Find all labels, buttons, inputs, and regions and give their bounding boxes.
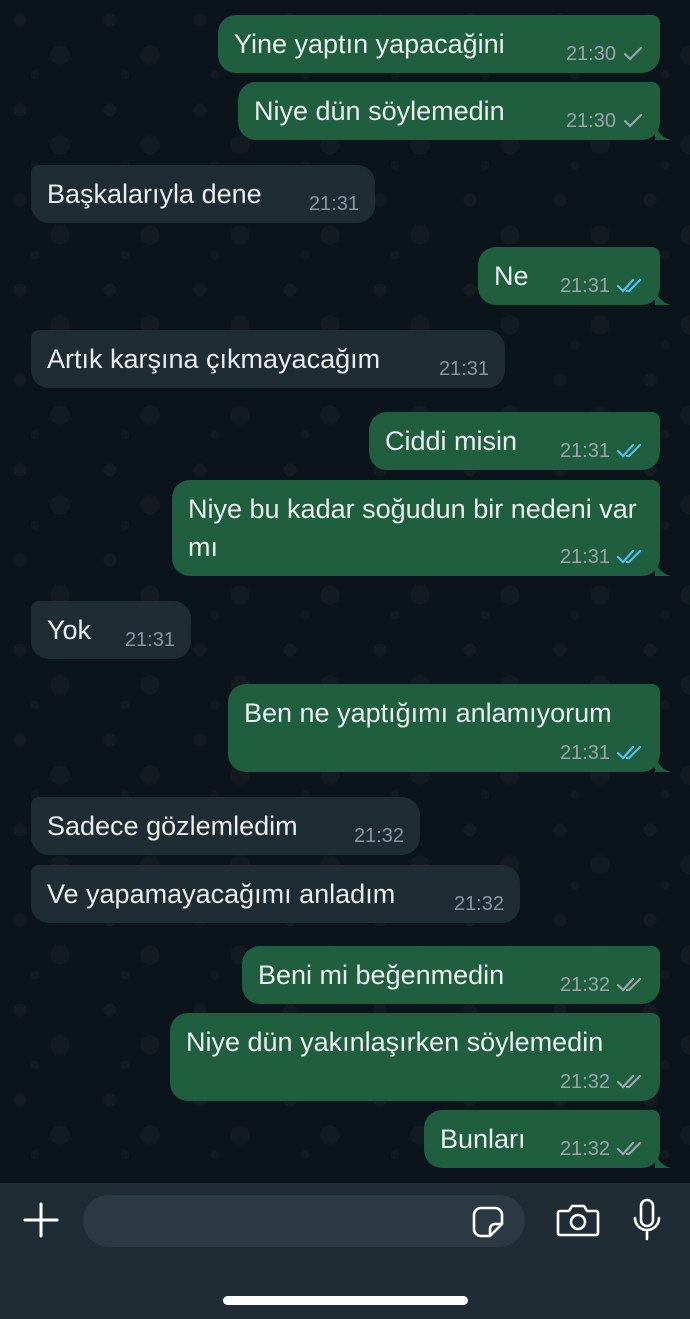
bubble-tail-outgoing	[655, 122, 671, 140]
message-time: 21:31	[559, 742, 610, 764]
composer-bar	[0, 1183, 690, 1319]
double-check-read-icon	[616, 278, 644, 294]
message-meta: 21:30	[566, 43, 644, 65]
attach-button[interactable]	[18, 1197, 64, 1243]
message-bubble-outgoing[interactable]: Bunları 21:32	[424, 1110, 660, 1168]
message-meta: 21:31	[439, 358, 489, 380]
camera-button[interactable]	[553, 1197, 603, 1243]
bubble-tail-outgoing	[655, 754, 671, 772]
message-meta: 21:31	[560, 742, 644, 764]
message-text: Niye dün yakınlaşırken söylemedin	[186, 1027, 604, 1057]
sticker-button[interactable]	[469, 1203, 507, 1241]
voice-record-button[interactable]	[626, 1195, 668, 1245]
message-meta: 21:32	[560, 974, 644, 996]
message-meta: 21:32	[560, 1138, 644, 1160]
message-time: 21:31	[559, 440, 610, 462]
message-bubble-outgoing[interactable]: Niye bu kadar soğudun bir nedeni var mı …	[172, 480, 660, 576]
message-time: 21:31	[559, 275, 610, 297]
single-check-icon	[622, 46, 644, 62]
double-check-read-icon	[616, 443, 644, 459]
double-check-icon	[616, 1074, 644, 1090]
message-meta: 21:31	[560, 546, 644, 568]
message-time: 21:31	[124, 629, 175, 651]
bubble-tail-outgoing	[655, 1150, 671, 1168]
message-time: 21:31	[308, 193, 359, 215]
message-meta: 21:31	[560, 275, 644, 297]
message-time: 21:32	[559, 1138, 610, 1160]
message-bubble-outgoing[interactable]: Niye dün söylemedin 21:30	[238, 82, 660, 140]
double-check-read-icon	[616, 549, 644, 565]
message-meta: 21:32	[560, 1071, 644, 1093]
message-bubble-outgoing[interactable]: Ciddi misin 21:31	[369, 412, 660, 470]
microphone-icon	[633, 1198, 661, 1241]
home-indicator	[223, 1296, 468, 1305]
message-time: 21:32	[453, 893, 504, 915]
message-input[interactable]	[83, 1195, 525, 1247]
message-text: Artık karşına çıkmayacağım	[47, 344, 381, 374]
message-meta: 21:31	[125, 629, 175, 651]
message-bubble-incoming[interactable]: Artık karşına çıkmayacağım 21:31	[31, 330, 505, 388]
message-time: 21:31	[559, 546, 610, 568]
double-check-icon	[616, 977, 644, 993]
message-bubble-outgoing[interactable]: Yine yaptın yapacağini 21:30	[218, 15, 660, 73]
camera-icon	[556, 1204, 600, 1237]
message-time: 21:32	[559, 1071, 610, 1093]
message-bubble-outgoing[interactable]: Niye dün yakınlaşırken söylemedin 21:32	[170, 1013, 660, 1101]
plus-icon	[23, 1202, 59, 1238]
single-check-icon	[622, 113, 644, 129]
message-text: Sadece gözlemledim	[47, 811, 298, 841]
message-meta: 21:32	[354, 825, 404, 847]
message-bubble-outgoing[interactable]: Ben ne yaptığımı anlamıyorum 21:31	[228, 684, 660, 772]
message-meta: 21:30	[566, 110, 644, 132]
double-check-icon	[616, 1141, 644, 1157]
sticker-icon	[472, 1206, 504, 1238]
message-bubble-outgoing[interactable]: Ne 21:31	[478, 247, 660, 305]
message-time: 21:30	[565, 110, 616, 132]
message-text: Ve yapamayacağımı anladım	[47, 879, 396, 909]
message-meta: 21:32	[454, 893, 504, 915]
message-bubble-incoming[interactable]: Sadece gözlemledim 21:32	[31, 797, 420, 855]
bubble-tail-outgoing	[655, 287, 671, 305]
bubble-tail-outgoing	[655, 558, 671, 576]
message-time: 21:32	[559, 974, 610, 996]
message-text: Ben ne yaptığımı anlamıyorum	[244, 698, 612, 728]
message-time: 21:32	[353, 825, 404, 847]
message-meta: 21:31	[309, 193, 359, 215]
chat-area[interactable]: Yine yaptın yapacağini 21:30 Niye dün sö…	[0, 0, 690, 1183]
double-check-read-icon	[616, 745, 644, 761]
message-bubble-incoming[interactable]: Başkalarıyla dene 21:31	[31, 165, 375, 223]
message-bubble-incoming[interactable]: Yok 21:31	[31, 601, 191, 659]
message-bubble-incoming[interactable]: Ve yapamayacağımı anladım 21:32	[31, 865, 520, 923]
message-meta: 21:31	[560, 440, 644, 462]
message-time: 21:30	[565, 43, 616, 65]
message-bubble-outgoing[interactable]: Beni mi beğenmedin 21:32	[242, 946, 660, 1004]
message-time: 21:31	[438, 358, 489, 380]
